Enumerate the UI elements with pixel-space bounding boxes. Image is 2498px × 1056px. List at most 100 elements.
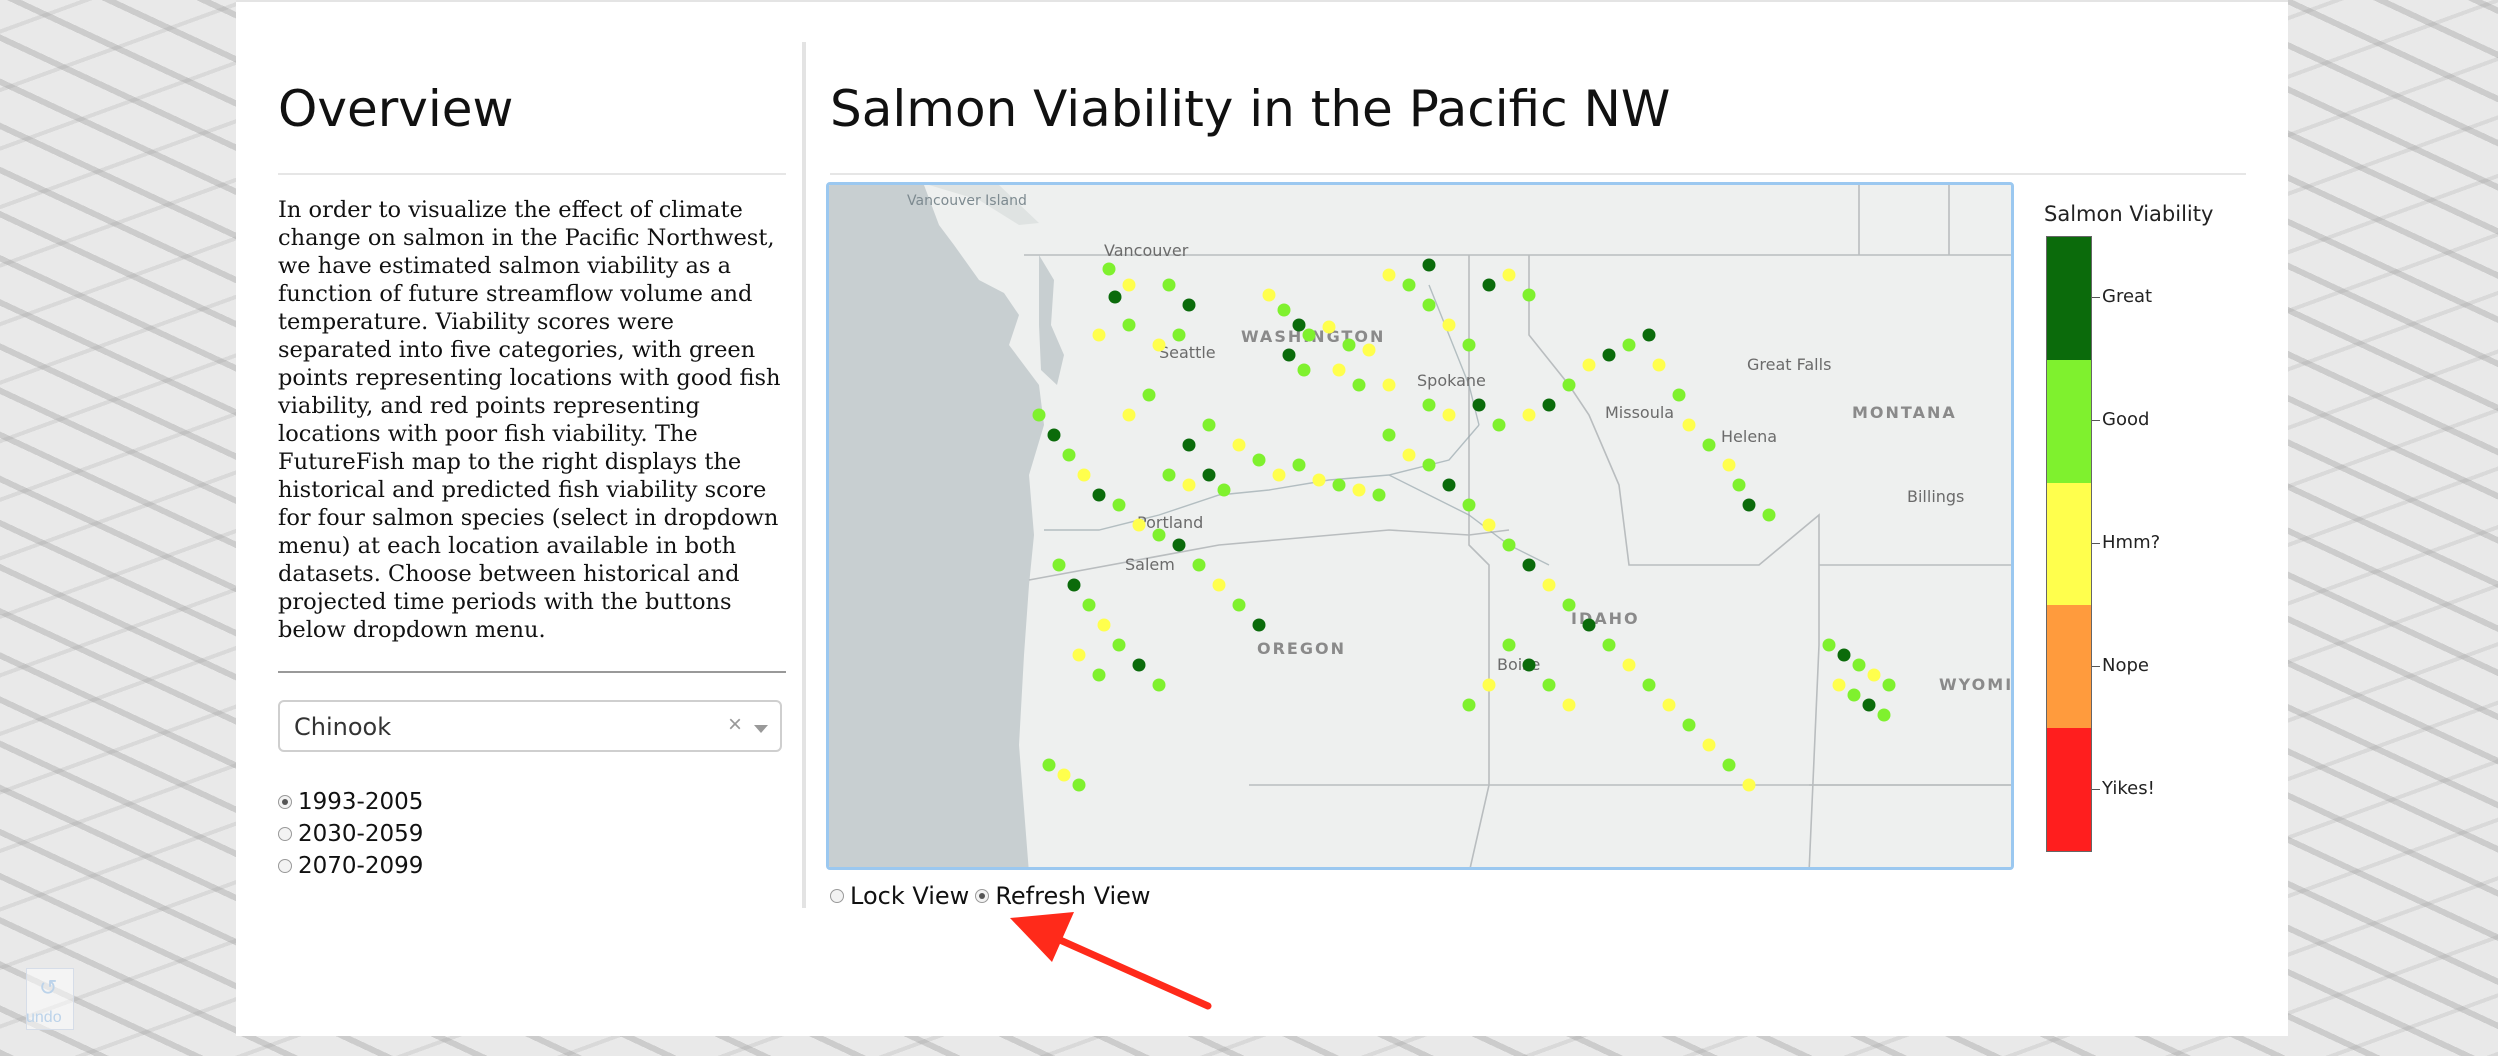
viability-point[interactable] [1482, 518, 1496, 532]
viability-point[interactable] [1382, 378, 1396, 392]
viability-point[interactable] [1867, 668, 1881, 682]
viability-point[interactable] [1482, 678, 1496, 692]
viability-point[interactable] [1252, 618, 1266, 632]
refresh-view-label[interactable]: Refresh View [995, 882, 1150, 910]
chevron-down-icon[interactable] [754, 725, 768, 733]
viability-point[interactable] [1057, 768, 1071, 782]
viability-point[interactable] [1192, 558, 1206, 572]
viability-point[interactable] [1602, 638, 1616, 652]
viability-point[interactable] [1542, 398, 1556, 412]
viability-point[interactable] [1062, 448, 1076, 462]
viability-point[interactable] [1702, 738, 1716, 752]
viability-point[interactable] [1422, 258, 1436, 272]
viability-point[interactable] [1052, 558, 1066, 572]
viability-point[interactable] [1562, 598, 1576, 612]
viability-point[interactable] [1522, 658, 1536, 672]
viability-point[interactable] [1132, 658, 1146, 672]
viability-point[interactable] [1162, 468, 1176, 482]
viability-point[interactable] [1442, 478, 1456, 492]
viability-point[interactable] [1332, 363, 1346, 377]
viability-point[interactable] [1082, 598, 1096, 612]
viability-point[interactable] [1662, 698, 1676, 712]
species-dropdown[interactable]: Chinook × [278, 700, 782, 752]
viability-point[interactable] [1682, 718, 1696, 732]
viability-point[interactable] [1102, 262, 1116, 276]
viability-point[interactable] [1047, 428, 1061, 442]
viability-point[interactable] [1852, 658, 1866, 672]
viability-point[interactable] [1252, 453, 1266, 467]
viability-point[interactable] [1202, 468, 1216, 482]
viability-point[interactable] [1882, 678, 1896, 692]
viability-point[interactable] [1352, 483, 1366, 497]
viability-point[interactable] [1292, 318, 1306, 332]
viability-points-layer[interactable] [829, 185, 2014, 870]
viability-point[interactable] [1622, 338, 1636, 352]
viability-point[interactable] [1162, 278, 1176, 292]
viability-point[interactable] [1152, 528, 1166, 542]
salmon-map[interactable]: Vancouver Island Vancouver Seattle WASHI… [826, 182, 2014, 870]
viability-point[interactable] [1462, 698, 1476, 712]
viability-point[interactable] [1302, 328, 1316, 342]
viability-point[interactable] [1282, 348, 1296, 362]
viability-point[interactable] [1837, 648, 1851, 662]
viability-point[interactable] [1877, 708, 1891, 722]
refresh-view-radio[interactable] [975, 889, 990, 903]
viability-point[interactable] [1652, 358, 1666, 372]
viability-point[interactable] [1722, 758, 1736, 772]
period-option-1993-2005[interactable]: 1993-2005 [278, 787, 423, 817]
viability-point[interactable] [1502, 638, 1516, 652]
viability-point[interactable] [1332, 478, 1346, 492]
lock-view-label[interactable]: Lock View [850, 882, 969, 910]
viability-point[interactable] [1742, 498, 1756, 512]
viability-point[interactable] [1472, 398, 1486, 412]
viability-point[interactable] [1482, 278, 1496, 292]
viability-point[interactable] [1092, 488, 1106, 502]
viability-point[interactable] [1542, 578, 1556, 592]
lock-view-radio[interactable] [830, 889, 844, 903]
viability-point[interactable] [1212, 578, 1226, 592]
viability-point[interactable] [1522, 288, 1536, 302]
radio-button[interactable] [278, 827, 292, 841]
viability-point[interactable] [1422, 458, 1436, 472]
viability-point[interactable] [1032, 408, 1046, 422]
viability-point[interactable] [1382, 428, 1396, 442]
viability-point[interactable] [1622, 658, 1636, 672]
viability-point[interactable] [1292, 458, 1306, 472]
viability-point[interactable] [1402, 448, 1416, 462]
viability-point[interactable] [1097, 618, 1111, 632]
viability-point[interactable] [1832, 678, 1846, 692]
viability-point[interactable] [1372, 488, 1386, 502]
viability-point[interactable] [1582, 618, 1596, 632]
viability-point[interactable] [1108, 290, 1122, 304]
viability-point[interactable] [1122, 408, 1136, 422]
viability-point[interactable] [1642, 328, 1656, 342]
viability-point[interactable] [1562, 378, 1576, 392]
viability-point[interactable] [1042, 758, 1056, 772]
viability-point[interactable] [1522, 408, 1536, 422]
viability-point[interactable] [1272, 468, 1286, 482]
viability-point[interactable] [1672, 388, 1686, 402]
viability-point[interactable] [1402, 278, 1416, 292]
viability-point[interactable] [1462, 498, 1476, 512]
viability-point[interactable] [1362, 343, 1376, 357]
viability-point[interactable] [1072, 648, 1086, 662]
viability-point[interactable] [1182, 298, 1196, 312]
viability-point[interactable] [1067, 578, 1081, 592]
period-option-2070-2099[interactable]: 2070-2099 [278, 851, 423, 881]
viability-point[interactable] [1502, 538, 1516, 552]
viability-point[interactable] [1352, 378, 1366, 392]
viability-point[interactable] [1132, 518, 1146, 532]
viability-point[interactable] [1152, 678, 1166, 692]
viability-point[interactable] [1342, 338, 1356, 352]
viability-point[interactable] [1077, 468, 1091, 482]
viability-point[interactable] [1682, 418, 1696, 432]
viability-point[interactable] [1862, 698, 1876, 712]
viability-point[interactable] [1442, 408, 1456, 422]
viability-point[interactable] [1262, 288, 1276, 302]
clear-selection-icon[interactable]: × [728, 711, 742, 739]
period-option-2030-2059[interactable]: 2030-2059 [278, 819, 423, 849]
viability-point[interactable] [1442, 318, 1456, 332]
viability-point[interactable] [1182, 438, 1196, 452]
viability-point[interactable] [1702, 438, 1716, 452]
viability-point[interactable] [1847, 688, 1861, 702]
